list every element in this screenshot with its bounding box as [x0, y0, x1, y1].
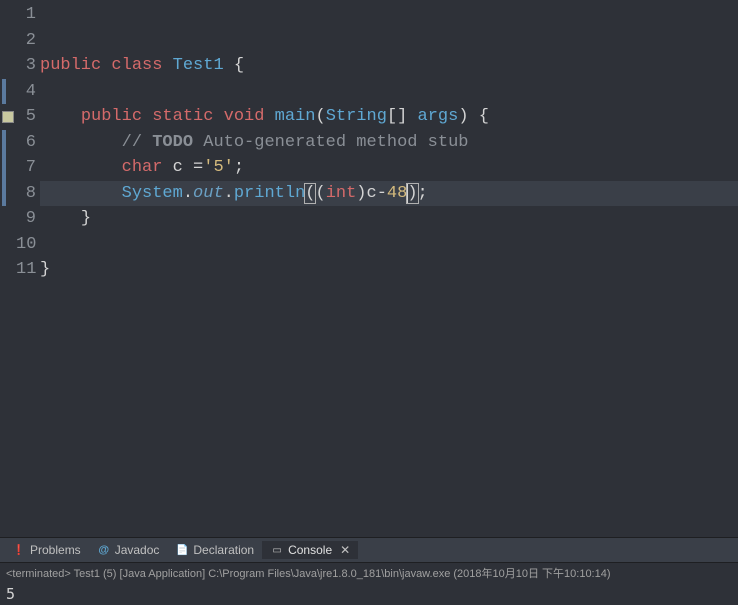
tab-label: Problems — [30, 543, 81, 557]
code-line[interactable] — [40, 283, 738, 309]
line-marker — [0, 257, 16, 283]
code-line[interactable]: char c ='5'; — [40, 155, 738, 181]
bottom-panel: Problems Javadoc Declaration Console ✕ <… — [0, 537, 738, 605]
line-number: 7 — [16, 158, 38, 177]
javadoc-icon — [97, 543, 111, 557]
code-line[interactable] — [40, 28, 738, 54]
change-marker — [0, 181, 16, 207]
console-icon — [270, 543, 284, 557]
line-marker — [0, 2, 16, 28]
line-marker — [0, 53, 16, 79]
tab-problems[interactable]: Problems — [4, 541, 89, 559]
console-status-line: <terminated> Test1 (5) [Java Application… — [0, 562, 738, 583]
code-line-current[interactable]: System.out.println((int)c-48); — [40, 181, 738, 207]
line-number: 3 — [16, 56, 38, 75]
code-editor[interactable]: 1 2 3 4 5 6 7 8 9 10 11 public class Tes… — [0, 0, 738, 537]
todo-marker-icon[interactable] — [0, 104, 16, 130]
tab-label: Javadoc — [115, 543, 160, 557]
line-marker — [0, 232, 16, 258]
declaration-icon — [175, 543, 189, 557]
tab-console[interactable]: Console ✕ — [262, 541, 358, 559]
views-tab-bar: Problems Javadoc Declaration Console ✕ — [0, 538, 738, 562]
line-number: 5 — [16, 107, 38, 126]
line-number: 6 — [16, 133, 38, 152]
change-marker — [0, 79, 16, 105]
change-marker — [0, 130, 16, 156]
line-number: 1 — [16, 5, 38, 24]
change-marker — [0, 155, 16, 181]
code-line[interactable]: public class Test1 { — [40, 53, 738, 79]
line-number: 4 — [16, 82, 38, 101]
code-line[interactable] — [40, 232, 738, 258]
line-marker — [0, 206, 16, 232]
code-line[interactable]: public static void main(String[] args) { — [40, 104, 738, 130]
line-number: 9 — [16, 209, 38, 228]
tab-label: Declaration — [193, 543, 254, 557]
problems-icon — [12, 543, 26, 557]
code-line[interactable]: } — [40, 206, 738, 232]
code-line[interactable] — [40, 79, 738, 105]
line-number: 2 — [16, 31, 38, 50]
tab-label: Console — [288, 543, 332, 557]
console-output[interactable]: 5 — [0, 583, 738, 605]
tab-declaration[interactable]: Declaration — [167, 541, 262, 559]
code-line[interactable]: // TODO Auto-generated method stub — [40, 130, 738, 156]
tab-javadoc[interactable]: Javadoc — [89, 541, 168, 559]
code-content[interactable]: public class Test1 { public static void … — [38, 0, 738, 537]
gutter: 1 2 3 4 5 6 7 8 9 10 11 — [0, 0, 38, 537]
line-number: 8 — [16, 184, 38, 203]
close-icon[interactable]: ✕ — [340, 543, 350, 557]
line-marker — [0, 28, 16, 54]
line-number: 11 — [16, 260, 38, 279]
line-number: 10 — [16, 235, 38, 254]
code-line[interactable]: } — [40, 257, 738, 283]
